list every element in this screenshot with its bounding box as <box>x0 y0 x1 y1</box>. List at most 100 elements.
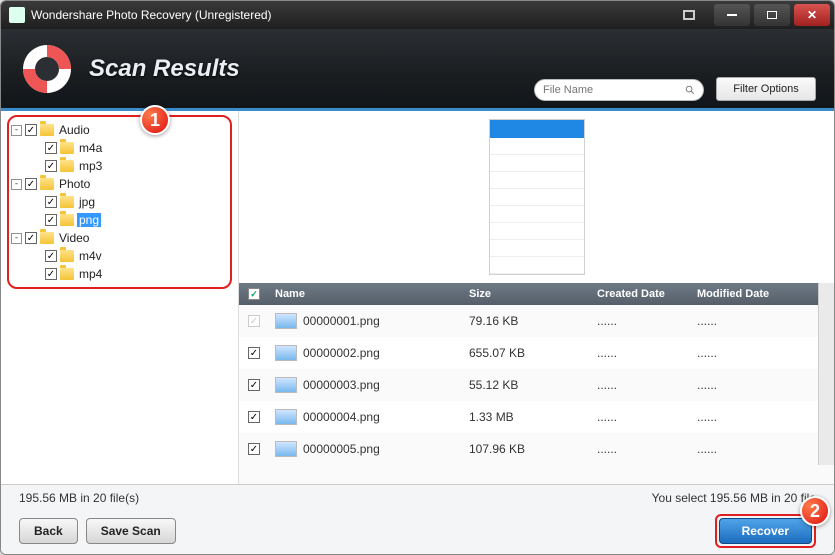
tree-label: Photo <box>57 177 92 191</box>
folder-icon <box>40 178 54 190</box>
file-row[interactable]: 00000001.png 79.16 KB ...... ...... <box>239 305 818 337</box>
back-button[interactable]: Back <box>19 518 78 544</box>
tree-label: m4a <box>77 141 104 155</box>
file-created: ...... <box>597 346 697 360</box>
column-modified[interactable]: Modified Date <box>697 288 818 300</box>
file-size: 107.96 KB <box>469 442 597 456</box>
app-icon <box>9 7 25 23</box>
list-header: Name Size Created Date Modified Date <box>239 283 818 305</box>
collapse-icon[interactable]: - <box>11 125 22 136</box>
preview-area <box>239 111 834 283</box>
search-input[interactable] <box>543 84 685 96</box>
file-modified: ...... <box>697 378 818 392</box>
file-name: 00000002.png <box>303 346 380 360</box>
file-modified: ...... <box>697 410 818 424</box>
column-created[interactable]: Created Date <box>597 288 697 300</box>
tree-label: Video <box>57 231 91 245</box>
file-size: 55.12 KB <box>469 378 597 392</box>
row-checkbox[interactable] <box>248 379 260 391</box>
file-modified: ...... <box>697 346 818 360</box>
folder-icon <box>60 196 74 208</box>
file-row[interactable]: 00000003.png 55.12 KB ...... ...... <box>239 369 818 401</box>
tree-node-video[interactable]: - Video <box>11 229 226 247</box>
file-name: 00000004.png <box>303 410 380 424</box>
body: 1 - Audio m4a <box>1 111 834 484</box>
row-checkbox[interactable] <box>248 347 260 359</box>
tree-label: jpg <box>77 195 97 209</box>
popout-button[interactable] <box>674 4 704 26</box>
minimize-button[interactable] <box>714 4 750 26</box>
preview-thumbnail[interactable] <box>489 119 585 275</box>
file-row[interactable]: 00000004.png 1.33 MB ...... ...... <box>239 401 818 433</box>
file-thumb-icon <box>275 345 297 361</box>
file-size: 655.07 KB <box>469 346 597 360</box>
row-checkbox[interactable] <box>248 443 260 455</box>
folder-icon <box>60 268 74 280</box>
tree-checkbox[interactable] <box>25 232 37 244</box>
search-box[interactable] <box>534 79 704 101</box>
tree-label: Audio <box>57 123 92 137</box>
file-name: 00000003.png <box>303 378 380 392</box>
tree-checkbox[interactable] <box>45 196 57 208</box>
recover-highlight-box: Recover 2 <box>715 514 816 548</box>
tree-checkbox[interactable] <box>45 268 57 280</box>
folder-icon <box>40 124 54 136</box>
file-thumb-icon <box>275 409 297 425</box>
row-checkbox[interactable] <box>248 315 260 327</box>
main-pane: Name Size Created Date Modified Date 000… <box>239 111 834 484</box>
tree-node-png[interactable]: png <box>11 211 226 229</box>
file-created: ...... <box>597 410 697 424</box>
folder-icon <box>60 142 74 154</box>
folder-icon <box>60 250 74 262</box>
tree-checkbox[interactable] <box>45 250 57 262</box>
filter-options-button[interactable]: Filter Options <box>716 77 816 101</box>
tree-checkbox[interactable] <box>25 178 37 190</box>
tree-checkbox[interactable] <box>45 142 57 154</box>
search-icon <box>685 84 695 96</box>
select-all-checkbox[interactable] <box>248 288 260 300</box>
tree-pane: 1 - Audio m4a <box>1 111 239 484</box>
row-checkbox[interactable] <box>248 411 260 423</box>
column-name[interactable]: Name <box>269 288 469 300</box>
file-modified: ...... <box>697 314 818 328</box>
file-row[interactable]: 00000002.png 655.07 KB ...... ...... <box>239 337 818 369</box>
tree-checkbox[interactable] <box>45 214 57 226</box>
folder-icon <box>40 232 54 244</box>
tree-checkbox[interactable] <box>25 124 37 136</box>
file-name: 00000001.png <box>303 314 380 328</box>
close-button[interactable]: ✕ <box>794 4 830 26</box>
tree-node-photo[interactable]: - Photo <box>11 175 226 193</box>
maximize-button[interactable] <box>754 4 790 26</box>
tree-node-jpg[interactable]: jpg <box>11 193 226 211</box>
file-modified: ...... <box>697 442 818 456</box>
save-scan-button[interactable]: Save Scan <box>86 518 176 544</box>
file-list: 00000001.png 79.16 KB ...... ...... 0000… <box>239 305 818 465</box>
tree-node-m4v[interactable]: m4v <box>11 247 226 265</box>
callout-badge-1: 1 <box>140 105 170 135</box>
tree-node-audio[interactable]: - Audio <box>11 121 226 139</box>
file-tree: - Audio m4a mp3 <box>11 121 226 283</box>
file-created: ...... <box>597 314 697 328</box>
window-title: Wondershare Photo Recovery (Unregistered… <box>31 8 272 22</box>
tree-node-mp4[interactable]: mp4 <box>11 265 226 283</box>
status-left: 195.56 MB in 20 file(s) <box>19 491 139 505</box>
header: Scan Results Filter Options <box>1 29 834 111</box>
tree-label: mp4 <box>77 267 104 281</box>
page-title: Scan Results <box>89 55 240 83</box>
collapse-icon[interactable]: - <box>11 179 22 190</box>
app-window: Wondershare Photo Recovery (Unregistered… <box>0 0 835 555</box>
tree-highlight-box: - Audio m4a mp3 <box>7 115 232 289</box>
status-right: You select 195.56 MB in 20 file <box>652 491 816 505</box>
file-thumb-icon <box>275 377 297 393</box>
tree-node-mp3[interactable]: mp3 <box>11 157 226 175</box>
footer: 195.56 MB in 20 file(s) You select 195.5… <box>1 484 834 554</box>
tree-node-m4a[interactable]: m4a <box>11 139 226 157</box>
column-size[interactable]: Size <box>469 288 597 300</box>
file-size: 1.33 MB <box>469 410 597 424</box>
tree-checkbox[interactable] <box>45 160 57 172</box>
collapse-icon[interactable]: - <box>11 233 22 244</box>
recover-button[interactable]: Recover <box>719 518 812 544</box>
file-row[interactable]: 00000005.png 107.96 KB ...... ...... <box>239 433 818 465</box>
list-scrollbar[interactable] <box>818 283 834 465</box>
callout-badge-2: 2 <box>800 496 830 526</box>
